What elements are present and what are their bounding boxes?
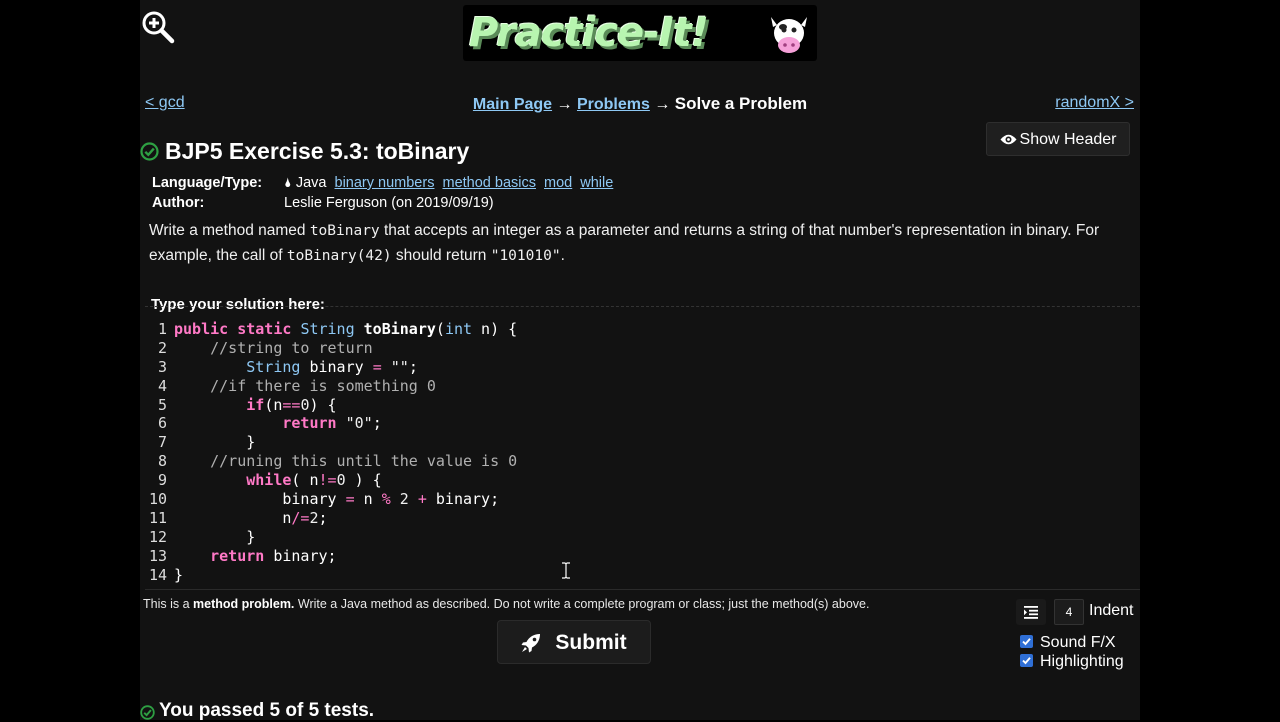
next-problem-link[interactable]: randomX > xyxy=(1055,94,1134,112)
code-line[interactable]: 9 while( n!=0 ) { xyxy=(145,471,517,490)
desc-text: should return xyxy=(391,246,491,264)
language-type-value: 🌢 Java binary numbers method basics mod … xyxy=(284,173,613,193)
submit-button[interactable]: Submit xyxy=(497,620,651,664)
code-line[interactable]: 5 if(n==0) { xyxy=(145,396,517,415)
passed-check-icon xyxy=(140,705,155,720)
show-header-button[interactable]: Show Header xyxy=(986,122,1130,156)
code-line[interactable]: 2 //string to return xyxy=(145,339,517,358)
indent-icon xyxy=(1024,606,1038,619)
show-header-label: Show Header xyxy=(1019,131,1117,148)
code-line[interactable]: 13 return binary; xyxy=(145,547,517,566)
java-icon: 🌢 xyxy=(284,175,292,190)
cow-mascot-icon xyxy=(771,17,807,53)
breadcrumb-separator: → xyxy=(556,96,573,113)
sound-fx-label: Sound F/X xyxy=(1040,634,1116,651)
checkmark-icon xyxy=(1022,638,1031,646)
code-lines[interactable]: 1 public static String toBinary(int n) { … xyxy=(145,320,517,584)
desc-text: . xyxy=(560,246,565,264)
checkbox-checked[interactable] xyxy=(1020,635,1033,648)
checkmark-icon xyxy=(1022,657,1031,665)
code-line[interactable]: 3 String binary = ""; xyxy=(145,358,517,377)
breadcrumb-problems[interactable]: Problems xyxy=(577,96,650,113)
tag-method-basics[interactable]: method basics xyxy=(442,175,536,191)
code-line[interactable]: 8 //runing this until the value is 0 xyxy=(145,452,517,471)
logo-text: Practice-It! xyxy=(469,10,709,56)
desc-text: Write a method named xyxy=(149,222,310,239)
sound-fx-checkbox[interactable]: Sound F/X xyxy=(1020,634,1116,652)
eye-icon xyxy=(1000,134,1017,145)
note-text: Write a Java method as described. Do not… xyxy=(294,597,870,611)
note-bold: method problem. xyxy=(193,597,295,611)
solved-check-icon xyxy=(140,142,159,161)
code-line[interactable]: 14} xyxy=(145,566,517,585)
checkbox-checked[interactable] xyxy=(1020,654,1033,667)
code-line[interactable]: 4 //if there is something 0 xyxy=(145,377,517,396)
desc-code: toBinary xyxy=(309,223,380,239)
practice-it-logo[interactable]: Practice-It! xyxy=(463,5,817,61)
language-name: Java xyxy=(295,175,327,191)
method-problem-note: This is a method problem. Write a Java m… xyxy=(143,597,869,611)
indent-size-input[interactable] xyxy=(1054,599,1084,625)
problem-title: BJP5 Exercise 5.3: toBinary xyxy=(165,138,470,164)
code-line[interactable]: 12 } xyxy=(145,528,517,547)
desc-code: "101010" xyxy=(490,247,561,264)
author-value: Leslie Ferguson (on 2019/09/19) xyxy=(284,195,494,211)
language-type-label: Language/Type: xyxy=(152,175,263,191)
tag-mod[interactable]: mod xyxy=(544,175,572,191)
breadcrumb-separator: → xyxy=(654,96,671,113)
desc-code: toBinary(42) xyxy=(286,247,392,264)
tag-binary-numbers[interactable]: binary numbers xyxy=(335,175,435,191)
problem-description: Write a method named toBinary that accep… xyxy=(149,219,1109,268)
submit-label: Submit xyxy=(555,631,627,654)
indent-code-button[interactable] xyxy=(1016,599,1046,625)
code-line[interactable]: 6 return "0"; xyxy=(145,414,517,433)
zoom-in-icon[interactable] xyxy=(141,10,175,44)
text-cursor-icon xyxy=(562,562,570,579)
code-line[interactable]: 1 public static String toBinary(int n) { xyxy=(145,320,517,339)
indent-label: Indent xyxy=(1089,602,1134,619)
breadcrumb-current: Solve a Problem xyxy=(674,94,808,113)
rocket-icon xyxy=(521,634,541,653)
code-editor[interactable]: 1 public static String toBinary(int n) { … xyxy=(145,306,1140,590)
code-line[interactable]: 7 } xyxy=(145,433,517,452)
tag-while[interactable]: while xyxy=(580,175,613,191)
code-line[interactable]: 10 binary = n % 2 + binary; xyxy=(145,490,517,509)
highlighting-label: Highlighting xyxy=(1040,653,1124,670)
highlighting-checkbox[interactable]: Highlighting xyxy=(1020,653,1124,671)
note-text: This is a xyxy=(143,597,194,611)
passed-tests-text: You passed 5 of 5 tests. xyxy=(159,700,375,721)
code-line[interactable]: 11 n/=2; xyxy=(145,509,517,528)
breadcrumb-main-page[interactable]: Main Page xyxy=(473,96,552,113)
author-label: Author: xyxy=(152,195,205,211)
